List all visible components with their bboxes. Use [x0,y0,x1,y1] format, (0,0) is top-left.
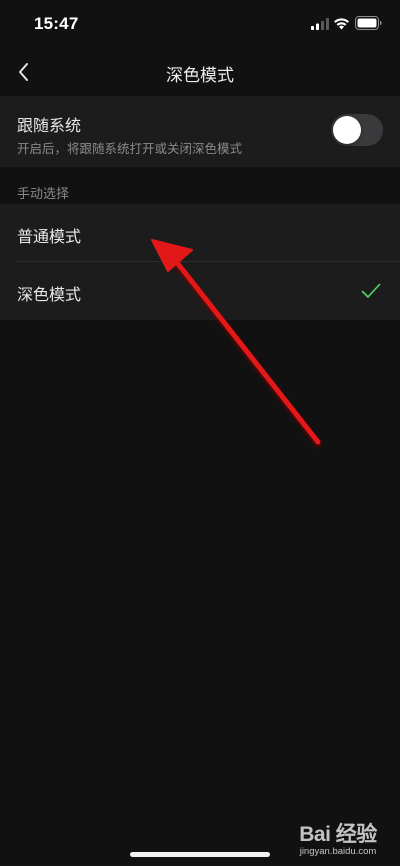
home-indicator[interactable] [130,852,270,857]
status-time: 15:47 [34,14,79,33]
status-bar: 15:47 [0,0,400,50]
option-dark-mode[interactable]: 深色模式 [0,262,400,319]
option-label: 普通模式 [17,229,82,246]
checkmark-icon [361,283,381,298]
navigation-bar: 深色模式 [0,50,400,94]
page-title: 深色模式 [166,66,234,85]
follow-system-subtitle: 开启后，将跟随系统打开或关闭深色模式 [17,142,243,156]
section-label-manual: 手动选择 [17,186,70,201]
follow-system-toggle[interactable] [331,114,383,146]
wifi-icon [334,18,349,30]
signal-icon [311,18,329,30]
follow-system-title: 跟随系统 [17,118,82,135]
battery-icon [355,16,382,30]
baidu-jingyan-watermark: Bai 经验 jingyan.baidu.com [282,818,394,857]
toggle-knob [333,116,361,144]
option-normal-mode[interactable]: 普通模式 [0,204,400,262]
follow-system-row: 跟随系统 开启后，将跟随系统打开或关闭深色模式 [0,96,400,167]
mode-options-list: 普通模式 深色模式 [0,204,400,320]
option-label: 深色模式 [17,287,82,304]
watermark-logo: Bai 经验 [299,823,377,846]
